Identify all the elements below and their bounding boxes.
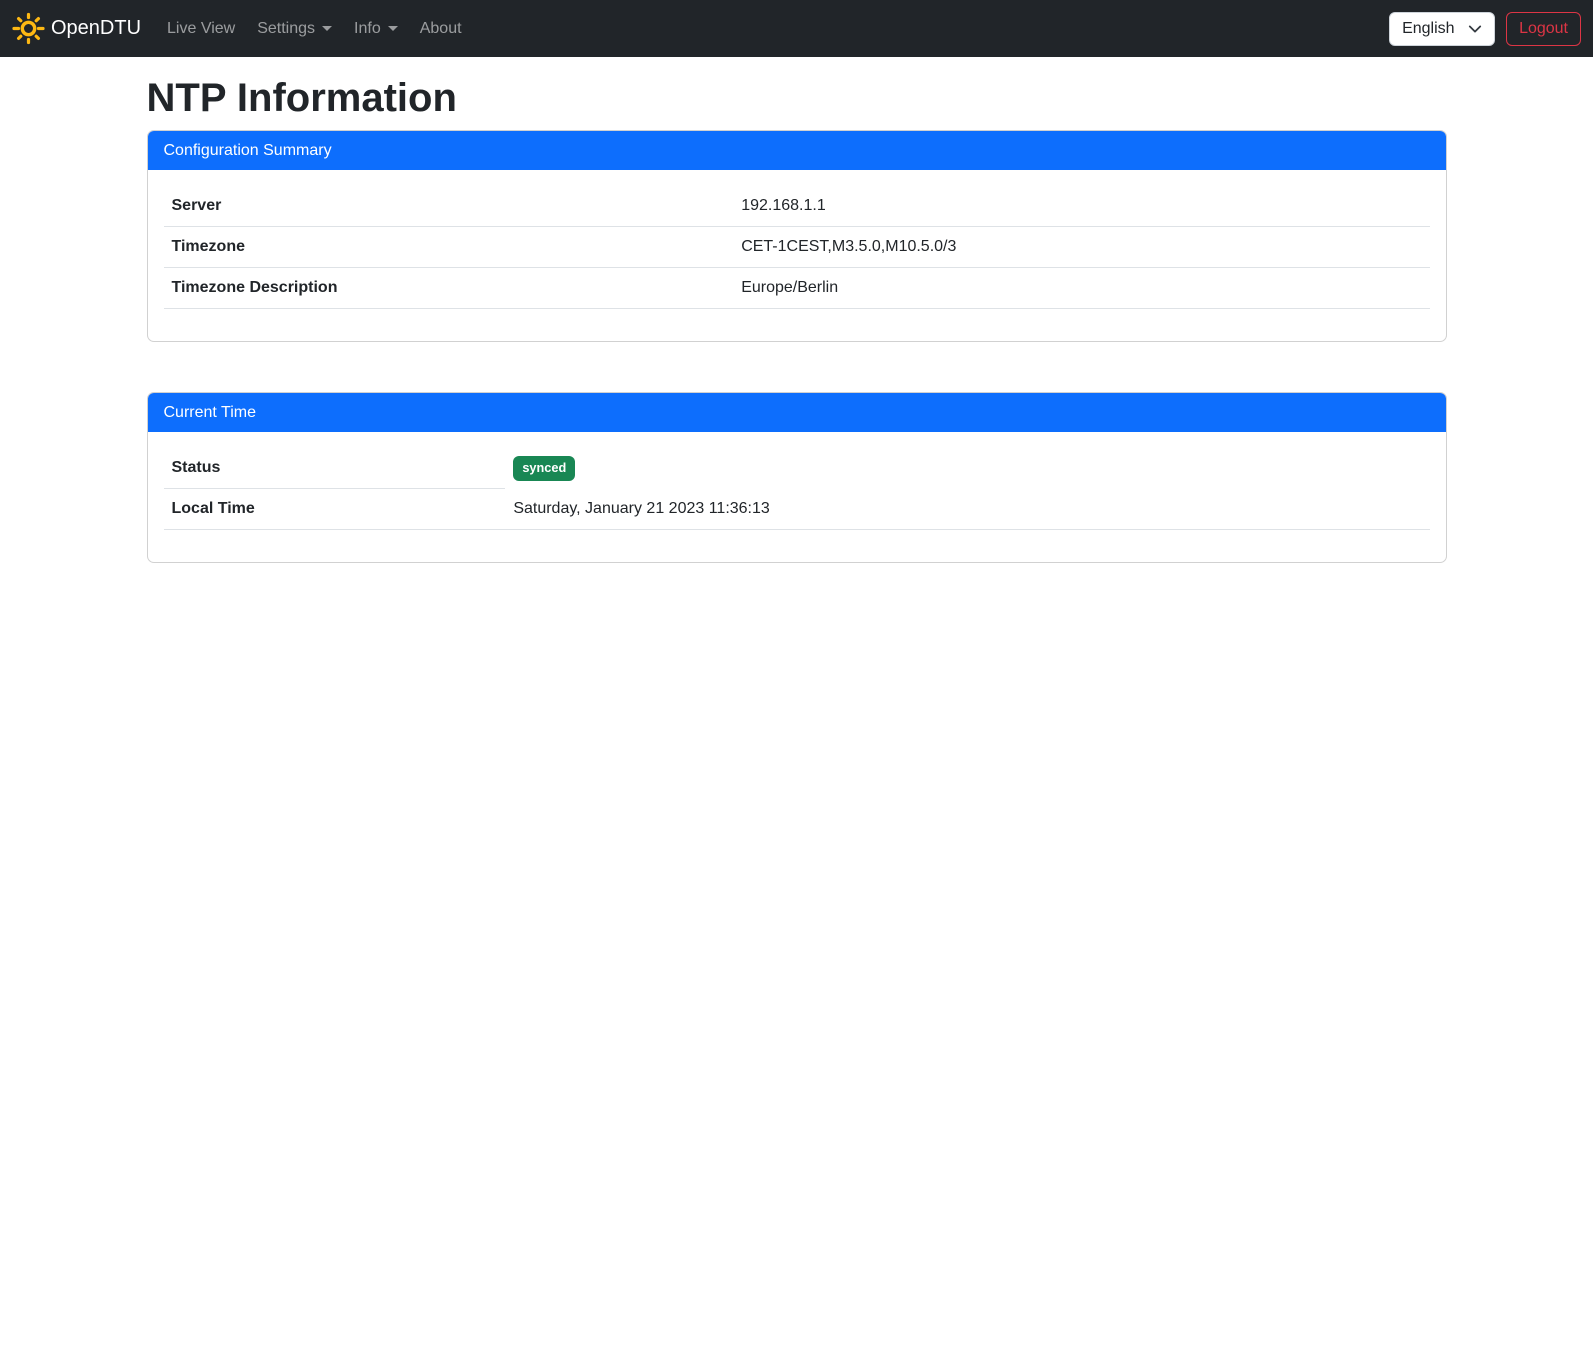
brand-label: OpenDTU (51, 17, 141, 40)
logout-button[interactable]: Logout (1506, 12, 1581, 46)
nav-item-label: Settings (257, 20, 315, 38)
language-selected-value: English (1402, 20, 1454, 38)
row-label: Status (164, 448, 506, 489)
nav-item-label: Info (354, 20, 381, 38)
navbar-right-group: English Logout (1389, 12, 1581, 46)
sun-icon (12, 12, 45, 45)
table-row: Server 192.168.1.1 (164, 186, 1430, 227)
nav-item-info[interactable]: Info (346, 12, 406, 46)
status-badge: synced (513, 456, 575, 481)
row-value: CET-1CEST,M3.5.0,M10.5.0/3 (733, 227, 1429, 268)
current-time-table: Status synced Local Time Saturday, Janua… (164, 448, 1430, 530)
card-header: Configuration Summary (148, 131, 1446, 170)
page-title: NTP Information (147, 74, 1447, 122)
row-value: Saturday, January 21 2023 11:36:13 (505, 489, 1429, 530)
configuration-table: Server 192.168.1.1 Timezone CET-1CEST,M3… (164, 186, 1430, 309)
row-label: Timezone (164, 227, 734, 268)
row-label: Timezone Description (164, 268, 734, 309)
chevron-down-icon (1468, 22, 1482, 36)
table-row: Timezone CET-1CEST,M3.5.0,M10.5.0/3 (164, 227, 1430, 268)
main-nav: Live View Settings Info About (159, 12, 476, 46)
card-body: Server 192.168.1.1 Timezone CET-1CEST,M3… (148, 170, 1446, 341)
row-value: synced (505, 448, 1429, 489)
top-navbar: OpenDTU Live View Settings Info About En… (0, 0, 1593, 57)
chevron-down-icon (388, 26, 398, 31)
table-row: Status synced (164, 448, 1430, 489)
table-row: Local Time Saturday, January 21 2023 11:… (164, 489, 1430, 530)
nav-item-settings[interactable]: Settings (249, 12, 340, 46)
configuration-summary-card: Configuration Summary Server 192.168.1.1… (147, 130, 1447, 342)
language-select[interactable]: English (1389, 12, 1495, 46)
current-time-card: Current Time Status synced Local Time Sa… (147, 392, 1447, 563)
table-row: Timezone Description Europe/Berlin (164, 268, 1430, 309)
nav-item-live-view[interactable]: Live View (159, 12, 243, 46)
card-header: Current Time (148, 393, 1446, 432)
chevron-down-icon (322, 26, 332, 31)
card-body: Status synced Local Time Saturday, Janua… (148, 432, 1446, 562)
brand-link[interactable]: OpenDTU (12, 12, 141, 45)
row-value: Europe/Berlin (733, 268, 1429, 309)
row-label: Local Time (164, 489, 506, 530)
main-content: NTP Information Configuration Summary Se… (147, 74, 1447, 563)
nav-item-about[interactable]: About (412, 12, 470, 46)
row-label: Server (164, 186, 734, 227)
row-value: 192.168.1.1 (733, 186, 1429, 227)
